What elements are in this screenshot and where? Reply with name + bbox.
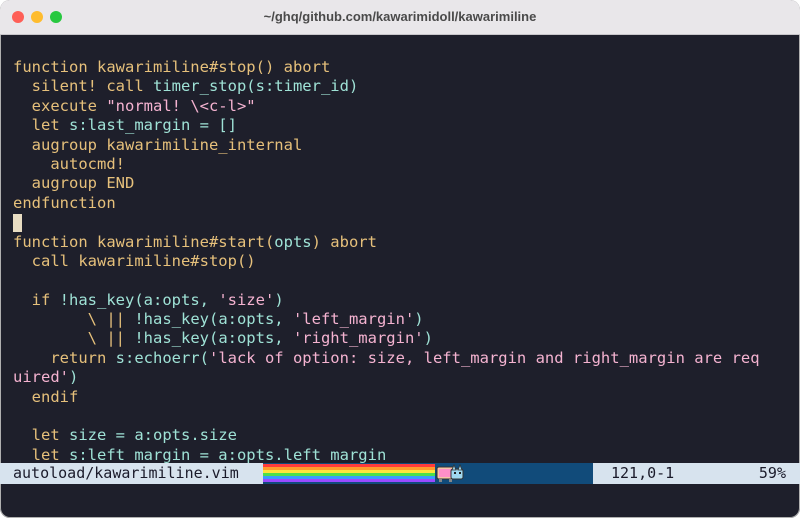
code-line[interactable] [13, 271, 800, 290]
code-token: function kawarimiline#stop() abort [13, 58, 331, 76]
code-token: timer_stop(s:timer_id) [152, 77, 359, 96]
code-token: let [13, 116, 69, 135]
statusline: autoload/kawarimiline.vim 121,0-1 59% [0, 463, 800, 484]
text-cursor [13, 213, 22, 232]
code-line[interactable]: function kawarimiline#start(opts) abort [13, 233, 800, 252]
code-token: 'right_margin' [292, 329, 424, 348]
code-token: size = a:opts.size [69, 426, 237, 445]
statusline-nyan-animation [263, 463, 593, 484]
code-token: execute [13, 96, 107, 115]
rainbow-trail-icon [263, 464, 435, 482]
window-title: ~/ghq/github.com/kawarimidoll/kawarimili… [263, 9, 537, 24]
code-line[interactable] [13, 407, 800, 426]
code-line[interactable]: endfunction [13, 194, 800, 213]
code-line[interactable]: \ || !has_key(a:opts, 'right_margin') [13, 329, 800, 348]
code-token: 'left_margin' [292, 310, 415, 329]
code-token: s:last_margin = [] [69, 116, 237, 135]
code-line[interactable] [13, 213, 800, 232]
code-line[interactable]: function kawarimiline#stop() abort [13, 58, 800, 77]
code-token: call kawarimiline#stop() [13, 251, 256, 270]
code-token: let [13, 426, 69, 445]
code-line[interactable]: uired') [13, 368, 800, 387]
code-token: ) [274, 290, 284, 309]
code-line[interactable]: execute "normal! \<c-l>" [13, 97, 800, 116]
code-token: uired' [13, 368, 69, 387]
code-token: s:left_margin = a:opts.left_margin [69, 445, 387, 464]
code-line[interactable]: let size = a:opts.size [13, 426, 800, 445]
code-token: opts [274, 232, 312, 251]
code-token: let [13, 445, 69, 464]
terminal-window: ~/ghq/github.com/kawarimidoll/kawarimili… [0, 0, 800, 518]
title-bar: ~/ghq/github.com/kawarimidoll/kawarimili… [0, 0, 800, 35]
code-token: function kawarimiline#start( [13, 232, 275, 251]
code-token: \ || [13, 310, 135, 329]
code-token: !has_key(a:opts, [134, 310, 293, 329]
code-line[interactable]: if !has_key(a:opts, 'size') [13, 291, 800, 310]
code-line[interactable]: endif [13, 388, 800, 407]
code-token: ) [423, 329, 433, 348]
code-token: endfunction [13, 193, 116, 212]
code-token: autocmd! [13, 154, 125, 173]
code-line[interactable]: let s:last_margin = [] [13, 116, 800, 135]
code-token: ) [414, 310, 424, 329]
code-line[interactable]: call kawarimiline#stop() [13, 252, 800, 271]
code-line[interactable]: augroup END [13, 174, 800, 193]
scroll-percent: 59% [758, 464, 786, 482]
code-line[interactable]: return s:echoerr('lack of option: size, … [13, 349, 800, 368]
editor-buffer[interactable]: function kawarimiline#stop() abort silen… [13, 58, 800, 465]
code-token: if [13, 290, 60, 309]
statusline-position-area: 121,0-1 59% [593, 463, 800, 484]
code-line[interactable]: silent! call timer_stop(s:timer_id) [13, 77, 800, 96]
code-token: !has_key(a:opts, [59, 290, 219, 309]
code-token: \ || [13, 329, 135, 348]
code-token: 'size' [218, 290, 275, 309]
code-token: silent! call [13, 77, 153, 96]
code-token: augroup END [13, 174, 135, 193]
code-token: !has_key(a:opts, [134, 329, 293, 348]
statusline-filename: autoload/kawarimiline.vim [0, 463, 263, 484]
nyan-cat-icon [436, 464, 464, 482]
code-token: return [13, 348, 116, 367]
code-token: 'lack of option: size, left_margin and r… [208, 348, 760, 367]
code-token: s:echoerr( [115, 348, 209, 367]
code-token: endif [13, 387, 79, 406]
code-line[interactable]: \ || !has_key(a:opts, 'left_margin') [13, 310, 800, 329]
cursor-position: 121,0-1 [611, 464, 675, 482]
code-token: ) abort [311, 232, 377, 251]
code-token: augroup kawarimiline_internal [13, 135, 303, 154]
code-token: ) [69, 368, 79, 387]
code-token: "normal! \<c-l>" [106, 96, 256, 115]
code-line[interactable]: autocmd! [13, 155, 800, 174]
code-line[interactable]: augroup kawarimiline_internal [13, 136, 800, 155]
